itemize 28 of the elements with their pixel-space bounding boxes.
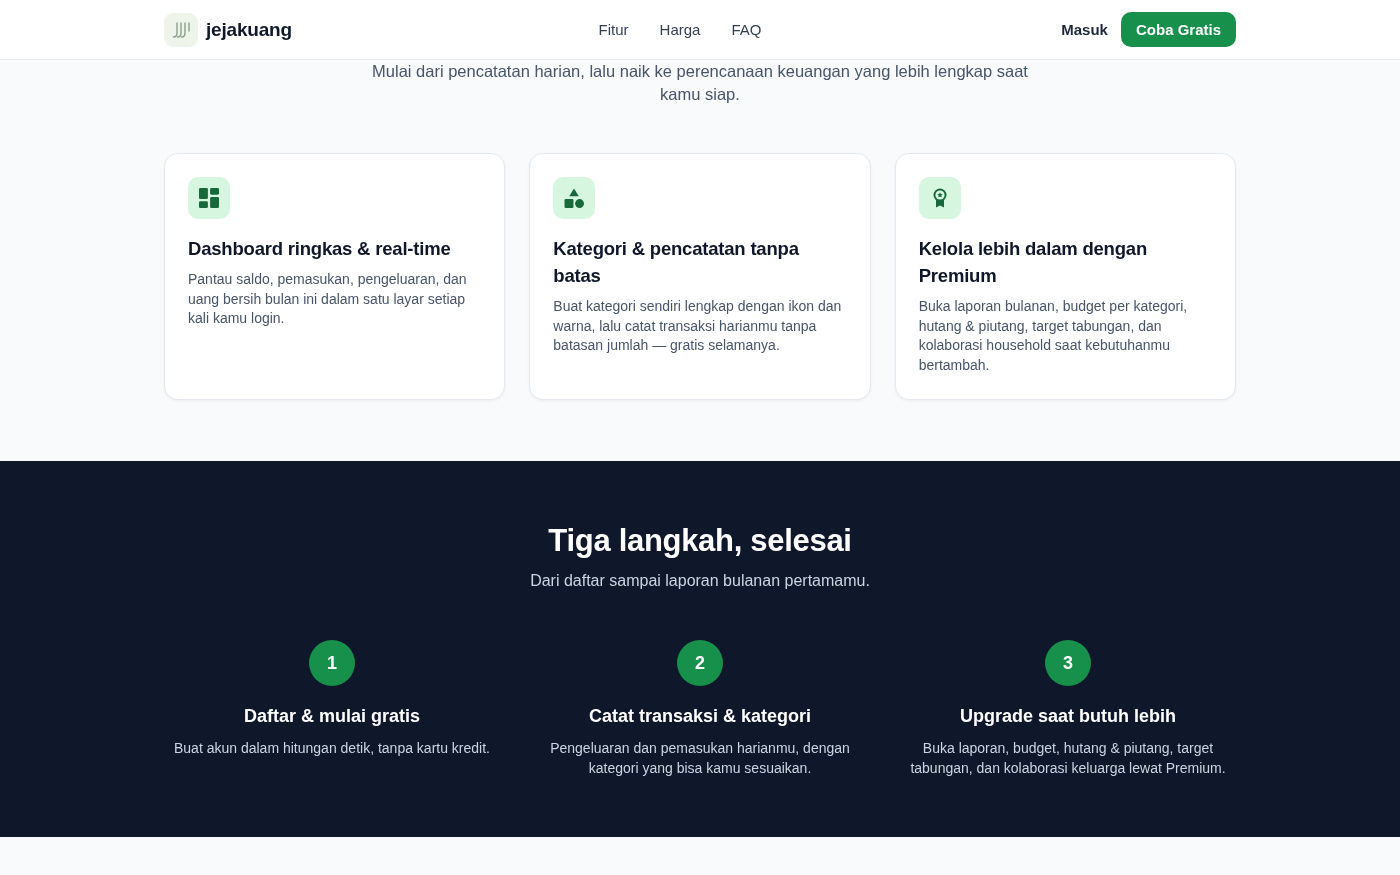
section-subtitle: Dari daftar sampai laporan bulanan pertamamu. (529, 571, 871, 591)
card-description: Buka laporan bulanan, budget per kategori, hutang & piutang, target tabungan, dan kolaborasi household saat kebutuhanmu bertambah. (918, 297, 1189, 375)
step-description: Pengeluaran dan pemasukan harianmu, dengan kategori yang bisa kamu sesuaikan. (549, 739, 851, 778)
brand-name: jejakuang (206, 18, 292, 41)
dashboard-grid-icon (188, 177, 230, 219)
medal-icon (918, 177, 961, 219)
card-title: Kategori & pencatatan tanpa batas (553, 237, 800, 288)
login-link[interactable]: Masuk (1061, 21, 1108, 38)
step-title: Upgrade saat butuh lebih (960, 705, 1176, 728)
section-subtitle: Mulai dari pencatatan harian, lalu naik ke perencanaan keuangan yang lebih lengkap saat kamu siap. (371, 61, 1029, 105)
card-title: Kelola lebih dalam dengan Premium (918, 237, 1148, 288)
step-number: 1 (309, 640, 355, 686)
step-title: Catat transaksi & kategori (588, 705, 812, 728)
logo-icon (164, 12, 198, 47)
step-description: Buat akun dalam hitungan detik, tanpa kartu kredit. (174, 739, 490, 758)
card-description: Buat kategori sendiri lengkap dengan ikon dan warna, lalu catat transaksi harianmu tanpa batasan jumlah — gratis selamanya. (553, 297, 842, 355)
nav-link[interactable]: FAQ (731, 21, 762, 38)
nav-link[interactable]: Harga (659, 21, 701, 38)
section-heading: Tiga langkah, selesai (547, 522, 853, 560)
card-description: Pantau saldo, pemasukan, pengeluaran, dan uang bersih bulan ini dalam satu layar setiap kali kamu login. (188, 270, 468, 328)
step-description: Buka laporan, budget, hutang & piutang, target tabungan, dan kolaborasi keluarga lewat Premium. (909, 739, 1227, 778)
cta-button[interactable]: Coba Gratis (1120, 12, 1236, 47)
shapes-icon (553, 177, 596, 219)
card-title: Dashboard ringkas & real-time (188, 237, 452, 261)
step-title: Daftar & mulai gratis (243, 705, 420, 728)
step-number: 3 (1045, 640, 1091, 686)
nav-link[interactable]: Fitur (598, 21, 629, 38)
step-number: 2 (677, 640, 723, 686)
